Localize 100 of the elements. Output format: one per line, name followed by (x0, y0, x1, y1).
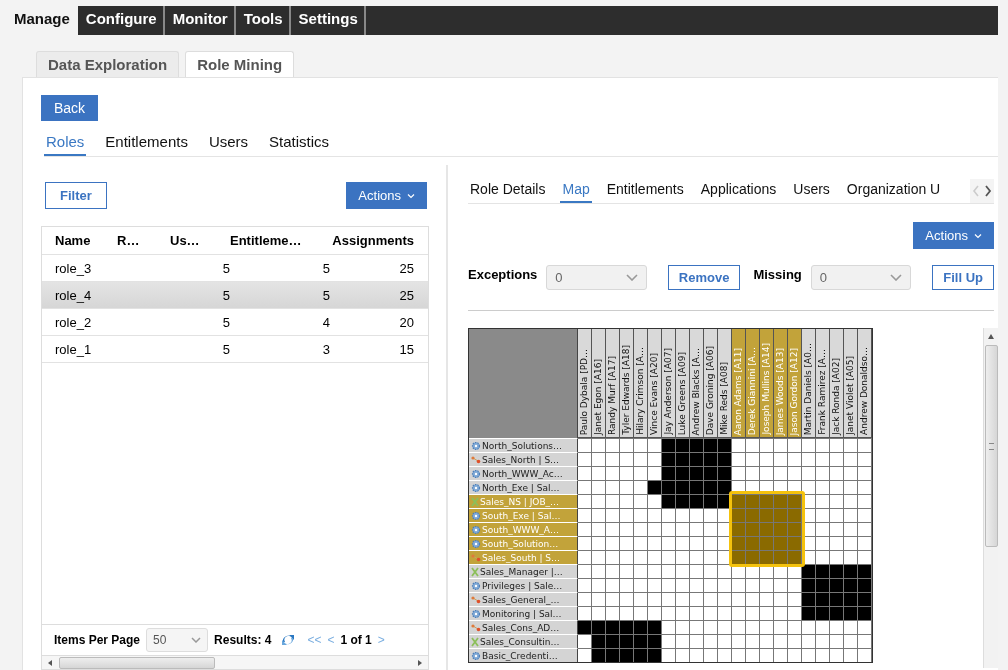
matrix-cell[interactable] (746, 648, 760, 662)
matrix-cell[interactable] (830, 480, 844, 494)
section-tab[interactable]: Users (206, 131, 251, 156)
matrix-cell[interactable] (830, 522, 844, 536)
matrix-cell[interactable] (704, 578, 718, 592)
matrix-cell[interactable] (634, 494, 648, 508)
matrix-cell[interactable] (648, 494, 662, 508)
matrix-cell[interactable] (774, 620, 788, 634)
matrix-cell[interactable] (690, 592, 704, 606)
matrix-cell[interactable] (676, 508, 690, 522)
matrix-cell[interactable] (592, 466, 606, 480)
matrix-cell[interactable] (844, 438, 858, 452)
matrix-cell[interactable] (844, 564, 858, 578)
matrix-cell[interactable] (648, 606, 662, 620)
matrix-cell[interactable] (718, 438, 732, 452)
matrix-cell[interactable] (816, 466, 830, 480)
matrix-cell[interactable] (844, 452, 858, 466)
matrix-cell[interactable] (718, 564, 732, 578)
matrix-cell[interactable] (634, 550, 648, 564)
matrix-cell[interactable] (578, 592, 592, 606)
matrix-cell[interactable] (774, 648, 788, 662)
matrix-cell[interactable] (704, 452, 718, 466)
user-column-header[interactable]: Andrew Blacks [A… (690, 329, 704, 438)
matrix-cell[interactable] (844, 606, 858, 620)
matrix-cell[interactable] (662, 480, 676, 494)
matrix-cell[interactable] (676, 522, 690, 536)
matrix-cell[interactable] (732, 452, 746, 466)
matrix-cell[interactable] (858, 550, 872, 564)
matrix-cell[interactable] (620, 536, 634, 550)
matrix-cell[interactable] (662, 634, 676, 648)
column-header[interactable]: Us… (170, 233, 230, 248)
matrix-cell[interactable] (816, 438, 830, 452)
matrix-cell[interactable] (858, 620, 872, 634)
nav-tab[interactable]: Settings (290, 6, 366, 35)
back-button[interactable]: Back (41, 95, 99, 121)
user-column-header[interactable]: Dave Groning [A06] (704, 329, 718, 438)
matrix-cell[interactable] (690, 452, 704, 466)
table-row[interactable]: role_1 5 3 15 (42, 336, 428, 363)
matrix-cell[interactable] (634, 564, 648, 578)
matrix-cell[interactable] (704, 606, 718, 620)
matrix-cell[interactable] (732, 508, 746, 522)
matrix-cell[interactable] (858, 480, 872, 494)
matrix-cell[interactable] (578, 466, 592, 480)
matrix-cell[interactable] (788, 494, 802, 508)
matrix-cell[interactable] (732, 550, 746, 564)
matrix-cell[interactable] (634, 452, 648, 466)
matrix-cell[interactable] (746, 466, 760, 480)
user-column-header[interactable]: Luke Greens [A09] (676, 329, 690, 438)
matrix-cell[interactable] (662, 494, 676, 508)
matrix-cell[interactable] (858, 466, 872, 480)
matrix-cell[interactable] (760, 466, 774, 480)
matrix-cell[interactable] (802, 578, 816, 592)
matrix-cell[interactable] (774, 494, 788, 508)
user-column-header[interactable]: Vince Evans [A20] (648, 329, 662, 438)
matrix-cell[interactable] (830, 648, 844, 662)
role-row-header[interactable]: North_WWW_Ac… (469, 466, 578, 480)
matrix-cell[interactable] (718, 466, 732, 480)
matrix-cell[interactable] (816, 634, 830, 648)
matrix-cell[interactable] (620, 438, 634, 452)
matrix-cell[interactable] (690, 606, 704, 620)
user-column-header[interactable]: Mike Reds [A08] (718, 329, 732, 438)
user-column-header[interactable]: Jay Anderson [A07] (662, 329, 676, 438)
section-tab[interactable]: Statistics (267, 131, 332, 156)
matrix-cell[interactable] (746, 634, 760, 648)
matrix-cell[interactable] (704, 592, 718, 606)
matrix-cell[interactable] (718, 578, 732, 592)
matrix-cell[interactable] (858, 438, 872, 452)
matrix-cell[interactable] (844, 508, 858, 522)
items-per-page-select[interactable]: 50 (146, 628, 209, 652)
matrix-cell[interactable] (704, 620, 718, 634)
matrix-cell[interactable] (816, 620, 830, 634)
matrix-cell[interactable] (858, 606, 872, 620)
matrix-cell[interactable] (788, 438, 802, 452)
matrix-cell[interactable] (746, 438, 760, 452)
detail-tab[interactable]: Organization U (844, 179, 943, 203)
user-column-header[interactable]: Hilary Crimson [A… (634, 329, 648, 438)
matrix-cell[interactable] (690, 648, 704, 662)
role-row-header[interactable]: Monitoring | Sal… (469, 606, 578, 620)
matrix-cell[interactable] (592, 452, 606, 466)
matrix-cell[interactable] (830, 592, 844, 606)
matrix-cell[interactable] (578, 550, 592, 564)
matrix-cell[interactable] (606, 536, 620, 550)
matrix-cell[interactable] (760, 438, 774, 452)
matrix-cell[interactable] (844, 550, 858, 564)
matrix-cell[interactable] (648, 578, 662, 592)
matrix-cell[interactable] (746, 508, 760, 522)
matrix-cell[interactable] (774, 606, 788, 620)
matrix-cell[interactable] (620, 452, 634, 466)
matrix-cell[interactable] (662, 592, 676, 606)
matrix-cell[interactable] (746, 494, 760, 508)
matrix-cell[interactable] (634, 578, 648, 592)
matrix-cell[interactable] (844, 592, 858, 606)
dropdown[interactable]: 0 (810, 265, 912, 290)
matrix-cell[interactable] (788, 508, 802, 522)
matrix-cell[interactable] (634, 606, 648, 620)
matrix-cell[interactable] (592, 648, 606, 662)
matrix-cell[interactable] (774, 536, 788, 550)
matrix-cell[interactable] (760, 578, 774, 592)
matrix-cell[interactable] (774, 466, 788, 480)
matrix-cell[interactable] (802, 634, 816, 648)
